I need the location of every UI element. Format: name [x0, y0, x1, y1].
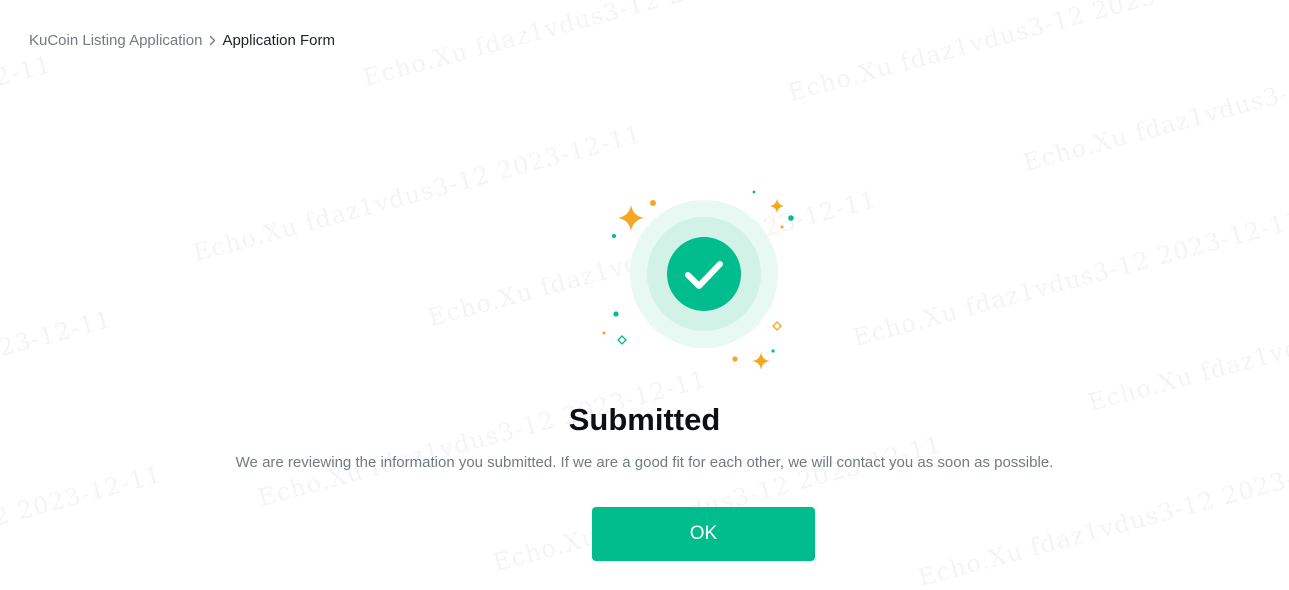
watermark-text: Echo.Xu fdaz1vdus3-12 2023-12-11: [850, 205, 1289, 352]
ok-button[interactable]: OK: [592, 507, 815, 561]
result-message: We are reviewing the information you sub…: [235, 454, 1054, 471]
check-circle-icon: [667, 237, 741, 311]
watermark-text: Echo.Xu fdaz1vdus3-12 2023-12-11: [0, 50, 55, 197]
chevron-right-icon: [209, 31, 216, 49]
watermark-text: Echo.Xu fdaz1vdus3-12 2023-12-11: [785, 0, 1240, 107]
watermark-text: Echo.Xu fdaz1vdus3-12 2023-12-11: [1020, 30, 1289, 177]
result-title: Submitted: [568, 402, 721, 437]
watermark-text: Echo.Xu fdaz1vdus3-12 2023-12-11: [360, 0, 815, 92]
watermark-text: Echo.Xu fdaz1vdus3-12 2023-12-11: [190, 120, 645, 267]
success-illustration: [590, 180, 820, 380]
watermark-text: Echo.Xu fdaz1vdus3-12 2023-12-11: [1085, 270, 1289, 417]
breadcrumb: KuCoin Listing Application Application F…: [29, 31, 335, 49]
watermark-text: Echo.Xu fdaz1vdus3-12 2023-12-11: [0, 460, 165, 590]
watermark-text: Echo.Xu fdaz1vdus3-12 2023-12-11: [255, 365, 710, 512]
submission-result-page: Echo.Xu fdaz1vdus3-12 2023-12-11 Echo.Xu…: [0, 0, 1289, 590]
breadcrumb-current: Application Form: [222, 31, 335, 49]
breadcrumb-link-listing-application[interactable]: KuCoin Listing Application: [29, 32, 202, 49]
